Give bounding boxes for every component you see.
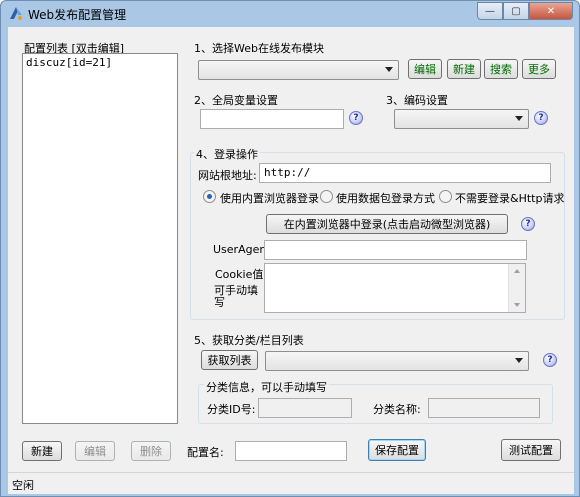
client-area: 配置列表 [双击编辑] discuz[id=21] 1、选择Web在线发布模块 … — [8, 27, 574, 472]
title-bar[interactable]: Web发布配置管理 — ▢ ✕ — [1, 1, 579, 27]
encoding-select[interactable] — [394, 109, 529, 129]
category-id-input[interactable] — [258, 398, 352, 418]
global-variable-input[interactable] — [200, 109, 344, 129]
scroll-down-icon — [514, 303, 520, 307]
radio-packet-login[interactable] — [320, 190, 333, 203]
section1-title: 1、选择Web在线发布模块 — [194, 42, 324, 55]
site-root-input[interactable]: http:// — [259, 163, 551, 183]
useragent-label: UserAgent — [213, 243, 271, 256]
chevron-down-icon — [515, 358, 523, 363]
category-info-label: 分类信息，可以手动填写 — [204, 379, 329, 395]
category-id-label: 分类ID号: — [207, 403, 256, 416]
app-icon — [10, 7, 22, 20]
module-select[interactable] — [198, 60, 399, 80]
chevron-down-icon — [515, 116, 523, 121]
list-item[interactable]: discuz[id=21] — [23, 54, 177, 71]
help-icon-encoding[interactable]: ? — [534, 111, 548, 125]
section2-title: 2、全局变量设置 — [194, 94, 278, 107]
config-name-input[interactable] — [235, 441, 347, 461]
category-select[interactable] — [265, 351, 529, 371]
useragent-input[interactable] — [264, 240, 527, 260]
edit-module-button[interactable]: 编辑 — [408, 59, 442, 79]
minimize-button[interactable]: — — [477, 2, 503, 20]
more-module-button[interactable]: 更多 — [522, 59, 556, 79]
new-module-button[interactable]: 新建 — [447, 59, 481, 79]
radio-builtin-browser-label[interactable]: 使用内置浏览器登录 — [220, 190, 319, 206]
section4-title: 4、登录操作 — [194, 146, 260, 162]
section3-title: 3、编码设置 — [386, 94, 448, 107]
category-name-label: 分类名称: — [373, 403, 421, 416]
edit-config-button[interactable]: 编辑 — [75, 441, 115, 461]
radio-packet-login-label[interactable]: 使用数据包登录方式 — [336, 190, 435, 206]
builtin-login-button[interactable]: 在内置浏览器中登录(点击启动微型浏览器) — [266, 214, 508, 234]
radio-no-login[interactable] — [439, 190, 452, 203]
window-title: Web发布配置管理 — [28, 8, 127, 22]
cookie-scrollbar[interactable] — [508, 264, 525, 312]
section5-title: 5、获取分类/栏目列表 — [194, 334, 304, 347]
app-window: Web发布配置管理 — ▢ ✕ 配置列表 [双击编辑] discuz[id=21… — [0, 0, 580, 497]
get-list-button[interactable]: 获取列表 — [201, 350, 258, 370]
config-listbox[interactable]: discuz[id=21] — [22, 53, 178, 424]
minimize-icon: — — [485, 5, 495, 17]
save-config-button[interactable]: 保存配置 — [368, 439, 426, 461]
maximize-button[interactable]: ▢ — [503, 2, 529, 20]
scroll-up-icon — [514, 269, 520, 273]
cookie-label: Cookie值: — [215, 268, 268, 281]
config-name-label: 配置名: — [187, 446, 224, 459]
radio-builtin-browser[interactable] — [203, 190, 216, 203]
close-button[interactable]: ✕ — [529, 2, 573, 20]
radio-no-login-label[interactable]: 不需要登录&Http请求 — [455, 190, 564, 206]
cookie-textarea[interactable] — [264, 263, 526, 313]
category-name-input[interactable] — [428, 398, 540, 418]
status-bar: 空闲 — [8, 472, 574, 494]
status-text: 空闲 — [12, 479, 34, 492]
new-config-button[interactable]: 新建 — [22, 441, 62, 461]
cookie-hint: 可手动填写 — [214, 284, 258, 309]
test-config-button[interactable]: 测试配置 — [501, 439, 561, 461]
maximize-icon: ▢ — [511, 5, 521, 17]
delete-config-button[interactable]: 删除 — [131, 441, 171, 461]
chevron-down-icon — [385, 67, 393, 72]
site-root-label: 网站根地址: — [198, 169, 257, 182]
help-icon-category[interactable]: ? — [543, 353, 557, 367]
close-icon: ✕ — [546, 5, 556, 17]
help-icon-login[interactable]: ? — [521, 217, 535, 231]
search-module-button[interactable]: 搜索 — [484, 59, 518, 79]
help-icon-global-variable[interactable]: ? — [349, 111, 363, 125]
